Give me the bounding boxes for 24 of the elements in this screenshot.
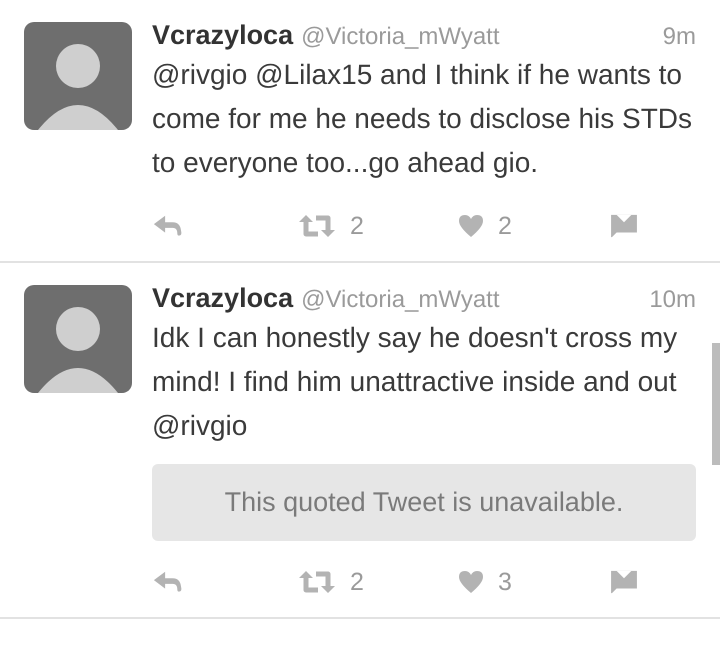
avatar-icon[interactable]: [24, 22, 132, 130]
scrollbar[interactable]: [712, 343, 720, 465]
retweet-icon[interactable]: [298, 570, 336, 594]
retweet-icon[interactable]: [298, 214, 336, 238]
tweet-text: @rivgio @Lilax15 and I think if he wants to come for me he needs to disclose his STDs to everyone too...go ahead gio.: [152, 58, 694, 180]
heart-icon[interactable]: [458, 214, 484, 238]
avatar-icon[interactable]: [24, 285, 132, 393]
retweet-count: 2: [350, 568, 364, 596]
reply-icon[interactable]: [152, 570, 182, 594]
user-handle: @Victoria_mWyatt: [301, 286, 500, 314]
message-icon[interactable]: [610, 570, 638, 594]
quoted-tweet-notice: This quoted Tweet is unavailable.: [152, 464, 696, 541]
user-handle: @Victoria_mWyatt: [301, 23, 500, 51]
message-icon[interactable]: [610, 214, 638, 238]
heart-icon[interactable]: [458, 570, 484, 594]
tweet-text: Idk I can honestly say he doesn't cross my mind! I find him unattractive inside and out @rivgio: [152, 321, 678, 443]
reply-icon[interactable]: [152, 214, 182, 238]
tweet-time: 10m: [649, 286, 696, 314]
retweet-count: 2: [350, 212, 364, 240]
like-count: 2: [498, 212, 512, 240]
like-count: 3: [498, 568, 512, 596]
user-name[interactable]: Vcrazyloca: [152, 20, 294, 51]
user-name[interactable]: Vcrazyloca: [152, 283, 294, 314]
tweet-time: 9m: [662, 23, 696, 51]
